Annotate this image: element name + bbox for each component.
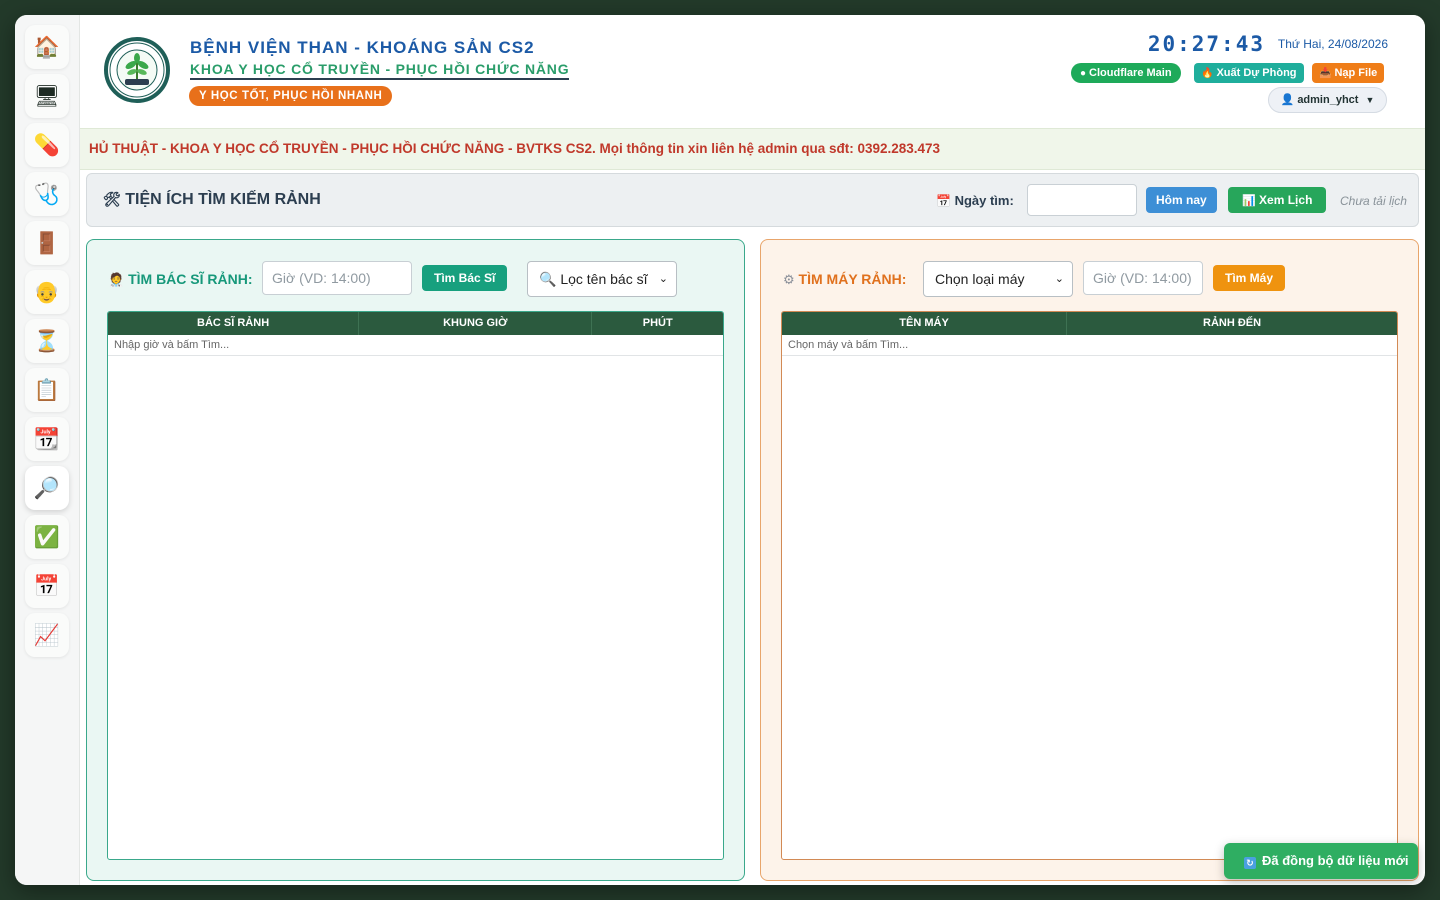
hospital-name: BỆNH VIỆN THAN - KHOÁNG SẢN CS2 [190, 38, 535, 57]
fire-icon: 🔥 [1201, 68, 1214, 79]
home-icon: 🏠 [33, 34, 61, 59]
door-icon: 🚪 [33, 230, 61, 255]
chevron-down-icon: ▼ [1365, 95, 1375, 105]
chevron-down-icon: ⌄ [1054, 273, 1064, 285]
machine-type-select[interactable]: Chọn loại máy ⌄ [923, 261, 1073, 297]
magnifier-icon: 🔎 [33, 475, 61, 500]
machine-results-table: TÊN MÁY RẢNH ĐẾN Chọn máy và bấm Tìm... [781, 311, 1398, 860]
sidebar-item-records[interactable]: 📋 [25, 368, 69, 412]
doctor-panel-title: 🧑‍⚕️ TÌM BÁC SĨ RẢNH: [108, 271, 253, 288]
sync-toast-text: Đã đồng bộ dữ liệu mới [1262, 853, 1409, 868]
machine-type-value: Chọn loại máy [935, 271, 1025, 287]
view-schedule-button[interactable]: 📊 Xem Lịch [1228, 187, 1327, 213]
sidebar-item-rooms[interactable]: 🚪 [25, 221, 69, 265]
calendar-grid-icon: 📅 [33, 573, 61, 598]
tools-icon: 🛠 [103, 191, 121, 207]
upload-icon: 📥 [1319, 68, 1332, 79]
find-doctor-button[interactable]: Tìm Bác Sĩ [422, 265, 508, 291]
sidebar-item-doctors[interactable]: 🩺 [25, 172, 69, 216]
slogan-badge: Y HỌC TỐT, PHỤC HỒI NHANH [189, 86, 393, 106]
doctor-search-panel: 🧑‍⚕️ TÌM BÁC SĨ RẢNH: Giờ (VD: 14:00) Tì… [86, 239, 745, 881]
doctor-time-input[interactable]: Giờ (VD: 14:00) [262, 261, 412, 295]
header: BỆNH VIỆN THAN - KHOÁNG SẢN CS2 KHOA Y H… [80, 15, 1425, 128]
chevron-down-icon: ⌄ [658, 273, 668, 285]
sidebar-item-waiting[interactable]: ⏳ [25, 319, 69, 363]
export-backup-button[interactable]: 🔥 Xuất Dự Phòng [1194, 63, 1304, 83]
clipboard-icon: 📋 [33, 377, 61, 402]
sidebar-item-schedule[interactable]: 📆 [25, 417, 69, 461]
current-date: Thứ Hai, 24/08/2026 [1277, 37, 1388, 51]
column-header: BÁC SĨ RẢNH [108, 312, 360, 335]
table-empty-row: Nhập giờ và bấm Tìm... [108, 335, 723, 356]
column-header: PHÚT [642, 317, 673, 329]
machine-panel-title: ⚙ TÌM MÁY RẢNH: [783, 271, 906, 288]
machine-search-panel: ⚙ TÌM MÁY RẢNH: Chọn loại máy ⌄ Giờ (VD:… [760, 239, 1419, 881]
sidebar: 🏠 🖥 💊 🩺 🚪 👴 ⏳ 📋 📆 🔎 ✅ 📅 📈 [15, 15, 80, 885]
sync-icon: ↻ [1244, 857, 1256, 869]
date-label-text: Ngày tìm: [954, 193, 1014, 208]
today-button[interactable]: Hôm nay [1146, 187, 1217, 213]
doctor-icon: 🧑‍⚕️ [108, 272, 125, 287]
doctor-filter-select[interactable]: 🔍 Lọc tên bác sĩ ⌄ [527, 261, 677, 297]
gear-icon: ⚙ [783, 272, 795, 287]
toolbar-title-text: TIỆN ÍCH TÌM KIẾM RẢNH [125, 191, 321, 208]
toolbar-title: 🛠 TIỆN ÍCH TÌM KIẾM RẢNH [103, 191, 321, 209]
sidebar-item-monitor[interactable]: 🖥 [25, 74, 69, 118]
calendar-icon: 📆 [33, 426, 61, 451]
schedule-status: Chưa tải lịch [1340, 194, 1407, 208]
bar-chart-icon: 📊 [1242, 195, 1256, 207]
hospital-logo [104, 37, 170, 103]
table-empty-row: Chọn máy và bấm Tìm... [782, 335, 1397, 356]
checkmark-icon: ✅ [33, 524, 61, 549]
user-menu-button[interactable]: 👤 admin_yhct ▼ [1268, 87, 1387, 113]
column-header: TÊN MÁY [782, 312, 1068, 335]
date-label: 📅 Ngày tìm: [936, 193, 1014, 208]
user-icon: 👤 [1280, 94, 1295, 106]
clock: 20:27:43 [1147, 32, 1265, 56]
sidebar-item-search[interactable]: 🔎 [25, 466, 69, 510]
find-machine-button[interactable]: Tìm Máy [1213, 265, 1286, 291]
sidebar-item-calendar[interactable]: 📅 [25, 564, 69, 608]
chart-icon: 📈 [33, 622, 61, 647]
stethoscope-icon: 🩺 [33, 181, 61, 206]
cloud-status-icon: ● [1080, 68, 1087, 79]
department-name: KHOA Y HỌC CỔ TRUYỀN - PHỤC HỒI CHỨC NĂN… [190, 61, 570, 80]
cloudflare-main-label: Cloudflare Main [1089, 67, 1172, 79]
column-header: KHUNG GIỜ [359, 312, 593, 335]
search-toolbar: 🛠 TIỆN ÍCH TÌM KIẾM RẢNH 📅 Ngày tìm: Hôm… [86, 173, 1419, 227]
sidebar-item-patients[interactable]: 👴 [25, 270, 69, 314]
search-date-input[interactable] [1027, 184, 1137, 216]
column-header: RẢNH ĐẾN [1203, 317, 1262, 329]
view-schedule-label: Xem Lịch [1259, 193, 1313, 207]
sidebar-item-medicine[interactable]: 💊 [25, 123, 69, 167]
sidebar-item-home[interactable]: 🏠 [25, 25, 69, 69]
cloudflare-main-button[interactable]: ● Cloudflare Main [1071, 63, 1181, 83]
calendar-small-icon: 📅 [936, 194, 951, 208]
announcement-marquee: HỦ THUẬT - KHOA Y HỌC CỔ TRUYỀN - PHỤC H… [80, 128, 1425, 170]
load-file-label: Nạp File [1334, 67, 1378, 79]
machine-time-input[interactable]: Giờ (VD: 14:00) [1083, 261, 1203, 295]
doctor-table-header: BÁC SĨ RẢNH KHUNG GIỜ PHÚT [108, 312, 723, 335]
sidebar-item-tasks[interactable]: ✅ [25, 515, 69, 559]
load-file-button[interactable]: 📥 Nạp File [1312, 63, 1385, 83]
doctor-filter-value: 🔍 Lọc tên bác sĩ [539, 271, 648, 287]
pill-icon: 💊 [33, 132, 61, 157]
hospital-logo-icon [109, 42, 165, 98]
doctor-panel-title-text: TÌM BÁC SĨ RẢNH: [128, 271, 253, 287]
hourglass-icon: ⏳ [33, 328, 61, 353]
sync-toast: ↻ Đã đồng bộ dữ liệu mới [1224, 843, 1418, 879]
username: admin_yhct [1297, 94, 1359, 106]
app-window: 🏠 🖥 💊 🩺 🚪 👴 ⏳ 📋 📆 🔎 ✅ 📅 📈 BỆNH VIỆN THAN… [15, 15, 1425, 885]
person-icon: 👴 [33, 279, 61, 304]
sidebar-item-statistics[interactable]: 📈 [25, 613, 69, 657]
monitor-icon: 🖥 [33, 83, 61, 108]
doctor-results-table: BÁC SĨ RẢNH KHUNG GIỜ PHÚT Nhập giờ và b… [107, 311, 724, 860]
machine-table-header: TÊN MÁY RẢNH ĐẾN [782, 312, 1397, 335]
export-backup-label: Xuất Dự Phòng [1216, 67, 1297, 79]
machine-panel-title-text: TÌM MÁY RẢNH: [798, 271, 907, 287]
